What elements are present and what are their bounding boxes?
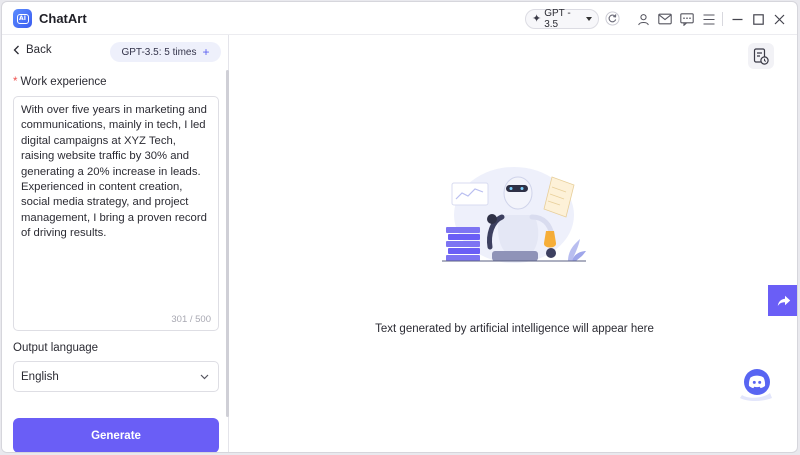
char-count: 301 / 500 [171, 314, 211, 325]
app-logo-icon: AI [13, 9, 32, 28]
panel-scrollbar[interactable] [226, 70, 229, 417]
work-experience-text: With over five years in marketing and co… [21, 104, 207, 240]
work-experience-label-text: Work experience [20, 76, 107, 88]
app-logo-text: AI [16, 13, 29, 24]
history-button[interactable] [748, 43, 774, 69]
feedback-button[interactable] [679, 11, 695, 27]
titlebar-divider [722, 12, 723, 26]
refresh-button[interactable] [604, 10, 621, 27]
discord-icon [740, 369, 772, 401]
refresh-icon [605, 11, 620, 26]
back-label: Back [26, 44, 52, 56]
required-mark: * [13, 76, 18, 88]
menu-icon [703, 13, 715, 25]
generate-button[interactable]: Generate [13, 418, 219, 452]
minimize-button[interactable] [729, 11, 745, 27]
quota-label: GPT-3.5: 5 times [121, 46, 197, 58]
add-quota-icon: + [202, 45, 210, 59]
discord-button[interactable] [736, 365, 776, 401]
output-language-select[interactable]: English [13, 361, 219, 392]
feedback-icon [680, 12, 694, 26]
model-select-label: GPT - 3.5 [544, 8, 571, 30]
chevron-left-icon [13, 45, 19, 55]
mail-icon [658, 13, 672, 25]
close-button[interactable] [771, 11, 787, 27]
chevron-down-icon [586, 17, 592, 21]
sparkle-icon: ✦ [532, 12, 542, 25]
maximize-icon [752, 13, 764, 25]
quota-badge[interactable]: GPT-3.5: 5 times + [110, 42, 221, 62]
menu-button[interactable] [701, 11, 717, 27]
input-panel: Back GPT-3.5: 5 times + * Work experience… [2, 35, 229, 452]
mail-button[interactable] [657, 11, 673, 27]
title-bar: AI ChatArt ✦ GPT - 3.5 [2, 2, 797, 35]
chevron-down-icon [200, 374, 209, 379]
output-placeholder: Text generated by artificial intelligenc… [375, 323, 654, 335]
work-experience-textarea[interactable]: With over five years in marketing and co… [13, 96, 219, 331]
output-panel: Text generated by artificial intelligenc… [230, 35, 797, 452]
maximize-button[interactable] [750, 11, 766, 27]
user-icon [637, 13, 649, 25]
back-button[interactable]: Back [13, 44, 52, 56]
app-window: AI ChatArt ✦ GPT - 3.5 Back GPT-3.5: 5 t… [1, 1, 798, 453]
minimize-icon [732, 18, 742, 20]
history-icon [753, 47, 769, 65]
output-language-label: Output language [13, 342, 99, 354]
account-button[interactable] [635, 11, 651, 27]
share-icon [777, 295, 790, 306]
app-title: ChatArt [39, 11, 87, 26]
ai-robot-illustration [442, 167, 586, 263]
share-button[interactable] [768, 285, 797, 316]
work-experience-label: * Work experience [13, 76, 107, 88]
output-language-value: English [21, 370, 59, 383]
close-icon [774, 14, 784, 24]
model-select[interactable]: ✦ GPT - 3.5 [525, 8, 599, 30]
